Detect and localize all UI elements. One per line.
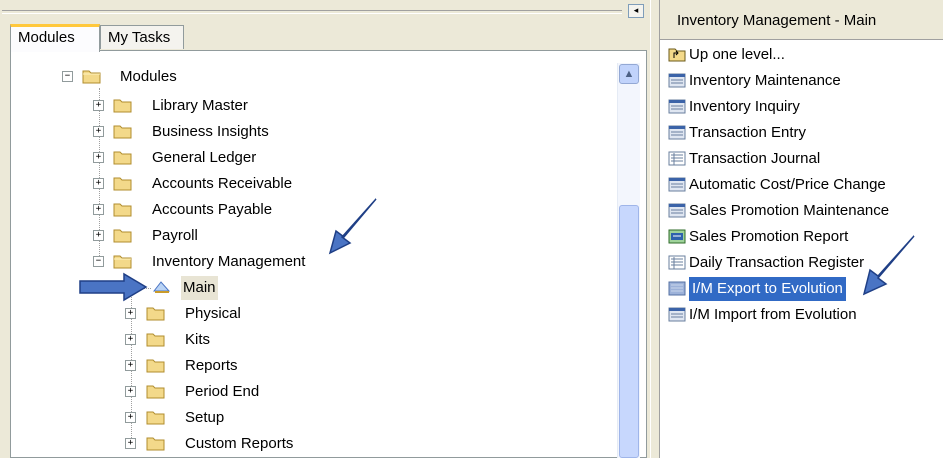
form-icon [668, 73, 686, 88]
expand-icon[interactable]: + [93, 152, 104, 163]
pointer-arrow-icon [328, 198, 377, 255]
task-label: Sales Promotion Report [689, 228, 849, 245]
expand-icon[interactable]: + [125, 386, 136, 397]
tree-item-label: Business Insights [152, 123, 269, 140]
folder-icon [146, 359, 165, 373]
tree-item-label: Setup [185, 409, 225, 426]
tree-item-label: Kits [185, 331, 211, 348]
task-label: Inventory Inquiry [689, 98, 800, 115]
up-folder-icon [668, 48, 686, 62]
folder-open-icon [82, 70, 101, 84]
splitter[interactable] [650, 0, 660, 458]
tree-item-label: Payroll [152, 227, 198, 244]
task-label-selected: I/M Export to Evolution [689, 277, 846, 301]
expand-icon[interactable]: + [125, 360, 136, 371]
tab-my-tasks[interactable]: My Tasks [100, 25, 184, 49]
form-icon [668, 307, 686, 322]
expand-icon[interactable]: + [125, 308, 136, 319]
tab-modules-label: Modules [18, 29, 75, 46]
expand-icon[interactable]: + [93, 100, 104, 111]
folder-icon [113, 99, 132, 113]
tree-item-label: Physical [185, 305, 241, 322]
task-label: Transaction Journal [689, 150, 821, 167]
tree-item-label: Custom Reports [185, 435, 294, 452]
tree-item-label: Main [181, 276, 218, 300]
folder-open-icon [113, 255, 132, 269]
collapse-icon[interactable]: − [62, 71, 73, 82]
folder-icon [146, 333, 165, 347]
tree-item-label: Reports [185, 357, 238, 374]
expand-icon[interactable]: + [93, 230, 104, 241]
tree-item-label: Inventory Management [152, 253, 306, 270]
scroll-up-button[interactable]: ▲ [619, 64, 639, 84]
expand-icon[interactable]: + [125, 438, 136, 449]
folder-icon [146, 385, 165, 399]
tree-item-label: Accounts Receivable [152, 175, 293, 192]
task-label: Transaction Entry [689, 124, 806, 141]
task-label: Sales Promotion Maintenance [689, 202, 890, 219]
pointer-arrow-icon [862, 235, 915, 296]
expand-icon[interactable]: + [93, 204, 104, 215]
folder-icon [113, 203, 132, 217]
tree-item-label: Period End [185, 383, 260, 400]
report-special-icon [668, 229, 686, 244]
task-label: Automatic Cost/Price Change [689, 176, 886, 193]
scroll-thumb[interactable] [619, 205, 639, 458]
main-menu-icon [152, 281, 171, 293]
tasks-pane-title: Inventory Management - Main [677, 12, 877, 29]
expand-icon[interactable]: + [93, 178, 104, 189]
tree-item-label: General Ledger [152, 149, 257, 166]
form-icon [668, 203, 686, 218]
folder-icon [146, 307, 165, 321]
task-label: Daily Transaction Register [689, 254, 865, 271]
tab-modules[interactable]: Modules [10, 24, 100, 52]
task-label: I/M Import from Evolution [689, 306, 857, 323]
expand-icon[interactable]: + [125, 334, 136, 345]
task-label: Up one level... [689, 46, 785, 63]
form-icon [668, 99, 686, 114]
tree-item-label: Library Master [152, 97, 248, 114]
expand-icon[interactable]: + [93, 126, 104, 137]
tree-item-label: Accounts Payable [152, 201, 273, 218]
form-icon [668, 125, 686, 140]
tab-my-tasks-label: My Tasks [108, 29, 171, 46]
task-label: Inventory Maintenance [689, 72, 841, 89]
tasks-pane-header: Inventory Management - Main [660, 0, 943, 40]
folder-icon [113, 229, 132, 243]
tree-item-label: Modules [120, 68, 177, 85]
folder-icon [113, 125, 132, 139]
scroll-left-button[interactable]: ◂ [628, 4, 644, 18]
folder-icon [146, 437, 165, 451]
folder-icon [113, 151, 132, 165]
pointer-arrow-icon [79, 272, 148, 302]
folder-icon [146, 411, 165, 425]
expand-icon[interactable]: + [125, 412, 136, 423]
form-icon [668, 177, 686, 192]
report-icon [668, 151, 686, 166]
report-icon [668, 255, 686, 270]
pane-divider-line [2, 10, 622, 14]
export-icon [668, 281, 686, 296]
collapse-icon[interactable]: − [93, 256, 104, 267]
folder-icon [113, 177, 132, 191]
